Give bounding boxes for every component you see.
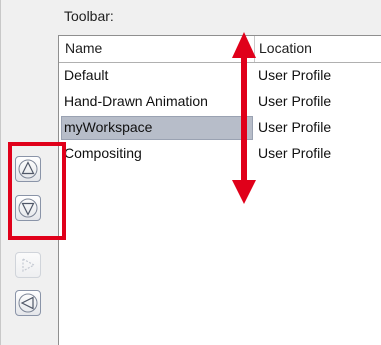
row-location: User Profile [258, 67, 332, 83]
toolbar-list[interactable]: Name Location Default User Profile Hand-… [58, 35, 381, 345]
row-name: Default [64, 67, 109, 83]
row-name: Hand-Drawn Animation [64, 93, 208, 109]
row-location: User Profile [258, 145, 332, 161]
column-header-location[interactable]: Location [259, 40, 312, 56]
triangle-right-icon [22, 257, 36, 273]
add-toolbar-button[interactable] [15, 252, 41, 278]
toolbar-panel: Toolbar: Name Location Default User Prof… [0, 0, 381, 345]
row-name: Compositing [64, 145, 142, 161]
row-location: User Profile [258, 93, 332, 109]
triangle-left-icon [18, 293, 38, 313]
column-header-name[interactable]: Name [65, 40, 102, 56]
highlight-box [8, 142, 66, 240]
row-location: User Profile [258, 119, 332, 135]
list-row[interactable]: Default User Profile [59, 63, 381, 89]
list-row[interactable]: Compositing User Profile [59, 141, 381, 167]
row-name: myWorkspace [64, 119, 153, 135]
remove-toolbar-button[interactable] [15, 290, 41, 316]
list-header: Name Location [59, 36, 381, 63]
toolbar-section-label: Toolbar: [64, 8, 114, 24]
list-row[interactable]: Hand-Drawn Animation User Profile [59, 89, 381, 115]
double-arrow-icon [232, 32, 256, 204]
list-row-selected[interactable]: myWorkspace User Profile [59, 115, 381, 141]
